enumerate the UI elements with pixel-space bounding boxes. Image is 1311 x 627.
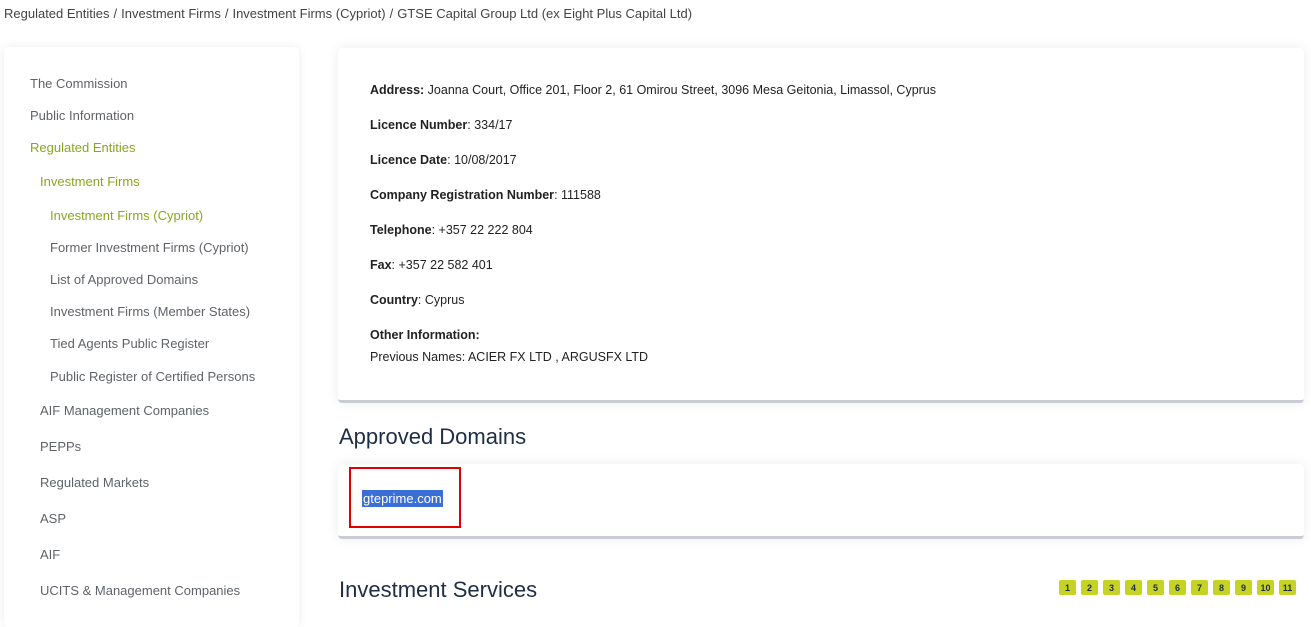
fax-field: Fax: +357 22 582 401: [370, 258, 493, 272]
breadcrumb-separator: /: [224, 6, 229, 21]
registration-number-value: : 111588: [554, 188, 601, 202]
page-button-9[interactable]: 9: [1235, 580, 1252, 595]
telephone-label: Telephone: [370, 223, 432, 237]
page-button-2[interactable]: 2: [1081, 580, 1098, 595]
page-button-7[interactable]: 7: [1191, 580, 1208, 595]
other-information-label: Other Information:: [370, 328, 480, 342]
domain-link[interactable]: gteprime.com: [362, 490, 443, 507]
licence-number-field: Licence Number: 334/17: [370, 118, 512, 132]
sidebar-item-aif[interactable]: AIF: [40, 547, 60, 562]
sidebar-item-former-investment-firms[interactable]: Former Investment Firms (Cypriot): [50, 240, 249, 255]
sidebar-item-asp[interactable]: ASP: [40, 511, 66, 526]
licence-date-label: Licence Date: [370, 153, 448, 167]
telephone-value: : +357 22 222 804: [431, 223, 533, 237]
approved-domains-title: Approved Domains: [339, 424, 527, 449]
sidebar-item-investment-firms[interactable]: Investment Firms: [40, 174, 140, 189]
sidebar-item-public-information[interactable]: Public Information: [30, 108, 134, 123]
breadcrumb: Regulated Entities / Investment Firms / Inve…: [4, 6, 692, 21]
investment-services-title: Investment Services: [339, 577, 538, 602]
pagination: 1 2 3 4 5 6 7 8 9 10 11: [1059, 580, 1296, 595]
country-label: Country: [370, 293, 418, 307]
page-button-4[interactable]: 4: [1125, 580, 1142, 595]
sidebar-item-pepps[interactable]: PEPPs: [40, 439, 81, 454]
registration-number-field: Company Registration Number: 111588: [370, 188, 601, 202]
breadcrumb-investment-firms-cypriot[interactable]: Investment Firms (Cypriot): [232, 6, 385, 21]
sidebar-item-regulated-entities[interactable]: Regulated Entities: [30, 140, 136, 155]
sidebar-item-the-commission[interactable]: The Commission: [30, 76, 128, 91]
page-button-5[interactable]: 5: [1147, 580, 1164, 595]
sidebar-item-investment-firms-member-states[interactable]: Investment Firms (Member States): [50, 304, 250, 319]
sidebar-item-tied-agents-public-register[interactable]: Tied Agents Public Register: [50, 336, 209, 351]
breadcrumb-regulated-entities[interactable]: Regulated Entities: [4, 6, 110, 21]
licence-date-field: Licence Date: 10/08/2017: [370, 153, 517, 167]
sidebar-nav: The Commission Public Information Regula…: [4, 47, 299, 627]
previous-names: Previous Names: ACIER FX LTD , ARGUSFX L…: [370, 350, 649, 364]
telephone-field: Telephone: +357 22 222 804: [370, 223, 533, 237]
breadcrumb-current-page: GTSE Capital Group Ltd (ex Eight Plus Ca…: [397, 6, 693, 21]
country-field: Country: Cyprus: [370, 293, 464, 307]
sidebar-item-public-register-certified-persons[interactable]: Public Register of Certified Persons: [50, 369, 255, 384]
registration-number-label: Company Registration Number: [370, 188, 555, 202]
fax-label: Fax: [370, 258, 392, 272]
breadcrumb-separator: /: [389, 6, 394, 21]
country-value: : Cyprus: [417, 293, 465, 307]
sidebar-item-investment-firms-cypriot[interactable]: Investment Firms (Cypriot): [50, 208, 203, 223]
licence-number-value: : 334/17: [467, 118, 513, 132]
licence-date-value: : 10/08/2017: [447, 153, 517, 167]
breadcrumb-separator: /: [113, 6, 118, 21]
page-button-10[interactable]: 10: [1257, 580, 1274, 595]
page-button-1[interactable]: 1: [1059, 580, 1076, 595]
fax-value: : +357 22 582 401: [391, 258, 493, 272]
licence-number-label: Licence Number: [370, 118, 468, 132]
sidebar-item-aif-management-companies[interactable]: AIF Management Companies: [40, 403, 209, 418]
other-information-heading: Other Information:: [370, 328, 480, 342]
sidebar-item-list-of-approved-domains[interactable]: List of Approved Domains: [50, 272, 198, 287]
page-button-6[interactable]: 6: [1169, 580, 1186, 595]
approved-domains-card: gteprime.com: [338, 464, 1304, 539]
address-value: Joanna Court, Office 201, Floor 2, 61 Om…: [424, 83, 937, 97]
page-button-11[interactable]: 11: [1279, 580, 1296, 595]
breadcrumb-investment-firms[interactable]: Investment Firms: [121, 6, 221, 21]
page-button-3[interactable]: 3: [1103, 580, 1120, 595]
company-details-card: Address: Joanna Court, Office 201, Floor…: [338, 48, 1304, 403]
address-field: Address: Joanna Court, Office 201, Floor…: [370, 83, 936, 97]
page-button-8[interactable]: 8: [1213, 580, 1230, 595]
address-label: Address:: [370, 83, 425, 97]
sidebar-item-regulated-markets[interactable]: Regulated Markets: [40, 475, 149, 490]
sidebar-item-ucits-management-companies[interactable]: UCITS & Management Companies: [40, 583, 240, 598]
